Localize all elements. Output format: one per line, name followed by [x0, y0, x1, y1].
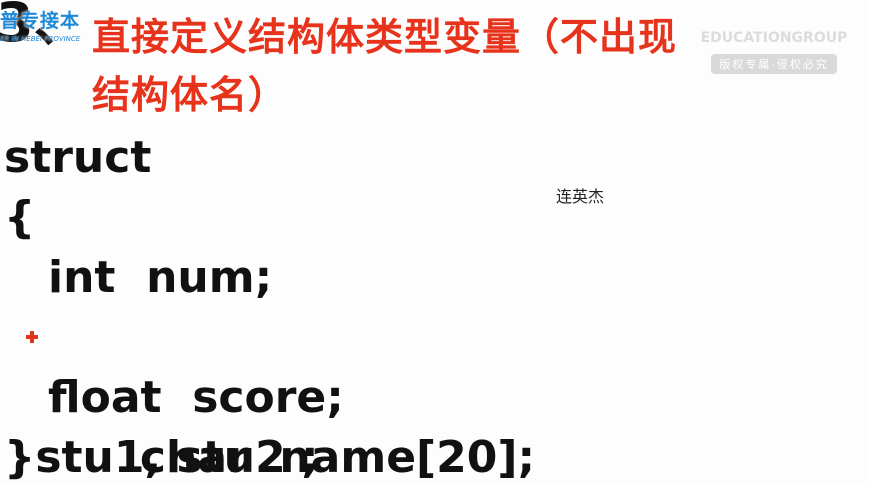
logo-subtitle: ER IN HEBEI PROVINCE [0, 35, 81, 43]
code-line: { [4, 192, 36, 243]
logo-text: 普专接本 [0, 10, 81, 32]
annotation-text: 连英杰 [556, 187, 605, 206]
code-block: struct { int num; char name[20]; float s… [4, 128, 535, 483]
code-line-cursor: char name[20]; [4, 308, 535, 483]
watermark: EDUCATIONGROUP 版权专属·侵权必究 [689, 30, 859, 74]
code-line: int num; [48, 252, 273, 303]
code-line: float score; [48, 372, 344, 423]
code-line: }stu1, stu2 ; [4, 432, 319, 483]
logo: 普专接本 ER IN HEBEI PROVINCE [0, 6, 92, 56]
watermark-badge: 版权专属·侵权必究 [711, 54, 837, 74]
title-line-2: 结构体名） [92, 73, 288, 117]
watermark-text: EDUCATIONGROUP [700, 30, 848, 46]
slide: 3、 普专接本 ER IN HEBEI PROVINCE 直接定义结构体类型变量… [0, 0, 869, 483]
code-line: struct [4, 132, 152, 183]
pointer-cross-icon [26, 331, 38, 343]
